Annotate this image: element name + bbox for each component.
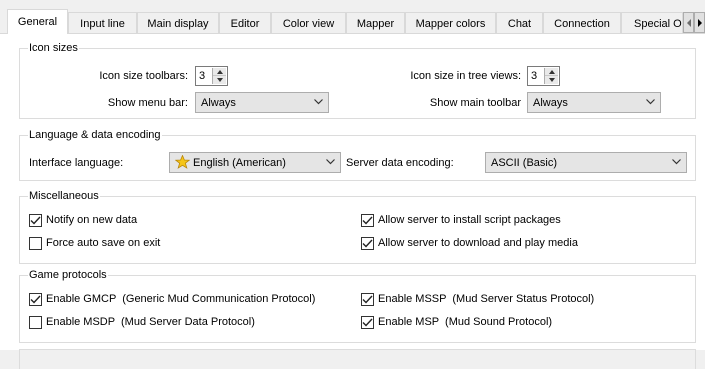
checkbox-box xyxy=(361,315,374,329)
tab-editor[interactable]: Editor xyxy=(219,12,271,34)
interface-language-combo[interactable]: English (American) xyxy=(169,152,341,173)
tab-input-line[interactable]: Input line xyxy=(68,12,137,34)
icon-size-tree-spinbox[interactable]: 3 xyxy=(527,66,560,86)
checkbox-box xyxy=(29,213,42,227)
checkbox-label: Allow server to download and play media xyxy=(378,237,578,249)
tab-label: Editor xyxy=(230,17,260,30)
tab-label: Color view xyxy=(282,17,335,30)
tab-label: Chat xyxy=(507,17,532,30)
tab-general[interactable]: General xyxy=(7,9,68,34)
dropdown-arrow-icon xyxy=(672,159,681,165)
group-title: Icon sizes xyxy=(28,41,79,55)
checkbox-label: Notify on new data xyxy=(46,214,138,226)
checkbox-box xyxy=(361,292,374,306)
tab-mapper-colors[interactable]: Mapper colors xyxy=(405,12,496,34)
miscellaneous-group: Miscellaneous xyxy=(19,189,696,264)
combo-value: ASCII (Basic) xyxy=(491,157,558,169)
tab-bar: General Input line Main display Editor C… xyxy=(0,0,705,34)
tab-color-view[interactable]: Color view xyxy=(271,12,346,34)
group-title: Game protocols xyxy=(28,268,108,282)
checkbox-label: Enable GMCP (Generic Mud Communication P… xyxy=(46,293,316,305)
force-auto-save-checkbox[interactable]: Force auto save on exit xyxy=(29,235,160,251)
checkbox-label: Enable MSDP (Mud Server Data Protocol) xyxy=(46,316,255,328)
tab-connection[interactable]: Connection xyxy=(543,12,621,34)
show-main-toolbar-combo[interactable]: Always xyxy=(527,92,661,113)
checkmark-icon xyxy=(362,318,373,327)
checkbox-label: Force auto save on exit xyxy=(46,237,161,249)
tab-mapper[interactable]: Mapper xyxy=(346,12,405,34)
tab-chat[interactable]: Chat xyxy=(496,12,543,34)
checkbox-label: Allow server to install script packages xyxy=(378,214,561,226)
flag-icon xyxy=(175,155,190,169)
checkmark-icon xyxy=(362,295,373,304)
next-group-partial xyxy=(19,349,696,369)
enable-msp-checkbox[interactable]: Enable MSP (Mud Sound Protocol) xyxy=(361,314,552,330)
tab-special-options[interactable]: Special Op xyxy=(621,12,683,34)
arrow-down-icon xyxy=(548,78,555,82)
dropdown-arrow-icon xyxy=(314,99,323,105)
group-title: Miscellaneous xyxy=(28,189,100,203)
icon-size-tree-label: Icon size in tree views: xyxy=(410,70,521,82)
checkmark-icon xyxy=(362,239,373,248)
spin-up-button[interactable] xyxy=(545,68,558,76)
dropdown-arrow-icon xyxy=(326,159,335,165)
enable-gmcp-checkbox[interactable]: Enable GMCP (Generic Mud Communication P… xyxy=(29,291,315,307)
allow-download-media-checkbox[interactable]: Allow server to download and play media xyxy=(361,235,578,251)
tab-label: Connection xyxy=(554,17,610,30)
general-page: Icon sizes Icon size toolbars: 3 Icon si… xyxy=(0,33,705,369)
arrow-up-icon xyxy=(216,69,223,74)
checkbox-box xyxy=(29,236,42,250)
group-title: Language & data encoding xyxy=(28,128,162,142)
tab-scroll-left-button[interactable] xyxy=(683,12,694,33)
combo-value: Always xyxy=(201,97,236,109)
tab-label: General xyxy=(17,16,58,28)
checkbox-box xyxy=(29,292,42,306)
show-menu-bar-label: Show menu bar: xyxy=(107,97,188,109)
icon-size-toolbars-spinbox[interactable]: 3 xyxy=(195,66,228,86)
spinbox-value: 3 xyxy=(199,70,206,82)
arrow-down-icon xyxy=(216,78,223,82)
checkmark-icon xyxy=(30,295,41,304)
spinbox-value: 3 xyxy=(531,70,538,82)
scroll-right-icon xyxy=(697,18,702,27)
dropdown-arrow-icon xyxy=(646,99,655,105)
tab-label: Mapper xyxy=(356,17,395,30)
combo-value: Always xyxy=(533,97,568,109)
tab-label: Input line xyxy=(80,17,125,30)
scroll-left-icon xyxy=(686,18,691,27)
checkbox-label: Enable MSSP (Mud Server Status Protocol) xyxy=(378,293,595,305)
checkmark-icon xyxy=(30,216,41,225)
tab-label: Mapper colors xyxy=(415,17,486,30)
arrow-up-icon xyxy=(548,69,555,74)
allow-install-packages-checkbox[interactable]: Allow server to install script packages xyxy=(361,212,561,228)
show-main-toolbar-label: Show main toolbar xyxy=(429,97,521,109)
checkbox-label: Enable MSP (Mud Sound Protocol) xyxy=(378,316,553,328)
interface-language-label: Interface language: xyxy=(29,157,124,169)
tab-main-display[interactable]: Main display xyxy=(137,12,219,34)
tab-scroll-right-button[interactable] xyxy=(694,12,705,33)
checkbox-box xyxy=(361,236,374,250)
game-protocols-group: Game protocols xyxy=(19,268,696,343)
tab-label: Special Op xyxy=(634,17,683,30)
checkbox-box xyxy=(29,315,42,329)
server-data-encoding-label: Server data encoding: xyxy=(346,157,454,169)
enable-msdp-checkbox[interactable]: Enable MSDP (Mud Server Data Protocol) xyxy=(29,314,255,330)
notify-new-data-checkbox[interactable]: Notify on new data xyxy=(29,212,137,228)
server-data-encoding-combo[interactable]: ASCII (Basic) xyxy=(485,152,687,173)
show-menu-bar-combo[interactable]: Always xyxy=(195,92,329,113)
enable-mssp-checkbox[interactable]: Enable MSSP (Mud Server Status Protocol) xyxy=(361,291,594,307)
icon-size-toolbars-label: Icon size toolbars: xyxy=(99,70,188,82)
tab-label: Main display xyxy=(147,17,209,30)
spin-down-button[interactable] xyxy=(213,76,226,84)
checkbox-box xyxy=(361,213,374,227)
checkmark-icon xyxy=(362,216,373,225)
combo-value: English (American) xyxy=(193,157,286,169)
spin-up-button[interactable] xyxy=(213,68,226,76)
spin-down-button[interactable] xyxy=(545,76,558,84)
